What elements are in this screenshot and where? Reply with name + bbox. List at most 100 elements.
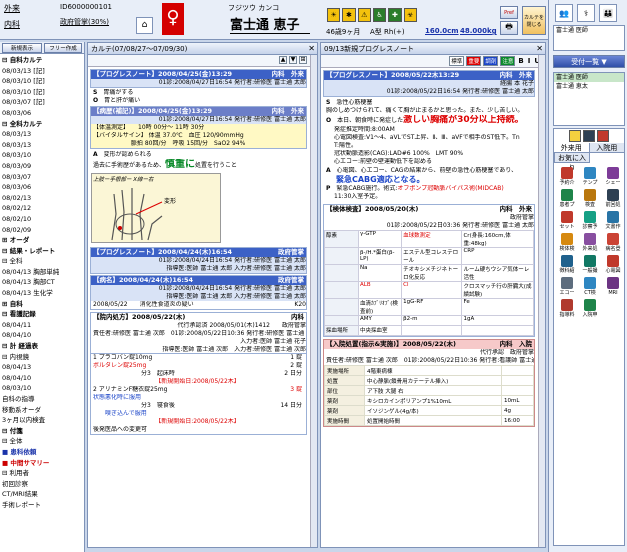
staff-item[interactable]: 富士通 医師 [554, 26, 624, 35]
xray-drawing[interactable]: 上肢ー手根部ー X線ー右 変形 [91, 173, 221, 243]
staff-item[interactable]: 富士通 恵太 [554, 82, 624, 91]
function-icon[interactable]: CT検 [579, 277, 601, 296]
tree-item[interactable]: 08/03/10 [2, 383, 82, 394]
function-icon[interactable]: エコー [556, 277, 578, 296]
tree-item[interactable]: 自科の指導 [2, 394, 82, 405]
tree-item[interactable]: 手術レポート [2, 500, 82, 511]
staff-list[interactable]: 富士通 医師 [553, 25, 625, 51]
patient-icon[interactable]: ⚕ [577, 4, 595, 22]
function-icon[interactable]: シェー [602, 167, 624, 186]
function-icon[interactable]: 予約介 [556, 167, 578, 186]
staff-item[interactable]: 富士通 医師 [554, 73, 624, 82]
tree-item[interactable]: 08/04/13 胸部CT [2, 277, 82, 288]
soap-body[interactable]: S 急性心筋梗塞 胸のしめつけられて、痛くて胸が止まるかと思った。また、少し苦しい… [321, 98, 537, 202]
reception-list-button[interactable]: 受付一覧 ▼ [553, 55, 625, 68]
tree-item[interactable]: ⊟ 全科 [2, 256, 82, 267]
tree-item[interactable]: 08/03/13 [記] [2, 66, 82, 77]
function-icon[interactable]: 前回処 [602, 189, 624, 208]
function-icon[interactable]: 文書作 [602, 211, 624, 230]
tool-0[interactable]: 標準 [449, 56, 465, 66]
free-create-button[interactable]: フリー作成 [44, 43, 82, 53]
function-icon[interactable]: 検体検 [556, 233, 578, 252]
tree-item[interactable]: 08/03/10 [記] [2, 87, 82, 98]
tab-inpatient[interactable]: 入院用 [589, 143, 624, 152]
folder-icon[interactable] [569, 130, 581, 142]
tree-item[interactable]: 08/03/09 [2, 161, 82, 172]
tree-item[interactable]: 08/03/07 [記] [2, 97, 82, 108]
history-tree[interactable]: ⊟ 自科カルテ 08/03/13 [記] 08/03/10 [記] 08/03/… [0, 54, 84, 512]
tree-item[interactable]: 3ヶ月以内検査 [2, 415, 82, 426]
tree-item[interactable]: 08/02/12 [2, 203, 82, 214]
visit-type[interactable]: 外来 [4, 3, 20, 14]
tool-1[interactable]: 重要 [466, 56, 482, 66]
tree-item[interactable]: 08/03/13 [2, 140, 82, 151]
function-icon[interactable]: セット [556, 211, 578, 230]
tree-item[interactable]: 08/02/13 [2, 193, 82, 204]
tree-item[interactable]: ⊟ 結果・レポート [2, 246, 82, 257]
tree-item[interactable]: 初回診察 [2, 479, 82, 490]
tree-item[interactable]: ⊟ 付箋 [2, 426, 82, 437]
function-icon[interactable]: MRI [602, 277, 624, 296]
function-icon[interactable]: 徴科紹 [556, 255, 578, 274]
function-icon[interactable]: 患者プ [556, 189, 578, 208]
history-scrollbar[interactable] [310, 55, 317, 547]
format-b-icon[interactable]: B [517, 57, 524, 65]
scroll-down-icon[interactable]: ▼ [289, 56, 297, 64]
home-icon[interactable]: ⌂ [136, 17, 153, 34]
function-icon[interactable]: 検査 [579, 189, 601, 208]
tree-item[interactable]: 08/03/10 [記] [2, 76, 82, 87]
function-icon[interactable]: 病名登 [602, 233, 624, 252]
tab-favorites[interactable]: お気に入り [554, 153, 590, 172]
tree-item[interactable]: 08/04/10 [2, 330, 82, 341]
tree-item[interactable]: 08/02/10 [2, 214, 82, 225]
tree-item[interactable]: ■ 患科依頼 [2, 447, 82, 458]
tree-item[interactable]: CT/MRI結果 [2, 489, 82, 500]
tree-item[interactable]: ⊟ 全体 [2, 436, 82, 447]
expand-icon[interactable]: ⊞ [299, 56, 307, 64]
dx-row[interactable]: 2008/05/22 消化性食道炎の疑い K20 [91, 301, 306, 309]
tree-item[interactable]: ⊟ 看護記録 [2, 309, 82, 320]
staff-list-2[interactable]: 富士通 医師 富士通 恵太 [553, 72, 625, 126]
function-icon[interactable]: 入院申 [579, 299, 601, 318]
tree-item[interactable]: 08/04/13 胸部単純 [2, 267, 82, 278]
function-icon[interactable]: 指導料 [556, 299, 578, 318]
new-display-button[interactable]: 新規表示 [2, 43, 42, 53]
tree-item[interactable]: ⊟ 全科カルテ [2, 119, 82, 130]
tree-item[interactable]: 08/04/10 [2, 373, 82, 384]
tree-item[interactable]: ⊟ 内視鏡 [2, 352, 82, 363]
tree-item[interactable]: ⊟ 自科カルテ [2, 55, 82, 66]
family-icon[interactable]: 👪 [599, 4, 617, 22]
tree-item[interactable]: 移動系オーダ [2, 405, 82, 416]
function-icon[interactable]: 診察予 [579, 211, 601, 230]
tree-item[interactable]: ⊟ 利用者 [2, 468, 82, 479]
tree-item[interactable]: 08/03/13 [2, 129, 82, 140]
users-icon[interactable]: 👥 [555, 4, 573, 22]
tool-2[interactable]: 調剤 [483, 56, 499, 66]
book-icon[interactable] [583, 130, 595, 142]
function-icon[interactable]: 一般撮 [579, 255, 601, 274]
close-chart-button[interactable]: カルテを 閉じる [522, 6, 546, 35]
tag-icon[interactable] [597, 130, 609, 142]
tree-item[interactable]: 08/04/13 生化学 [2, 288, 82, 299]
function-icon[interactable]: テンプ [579, 167, 601, 186]
pref-button[interactable]: Pref [500, 6, 518, 19]
function-icon[interactable]: 心電図 [602, 255, 624, 274]
tree-item[interactable]: 08/03/07 [2, 172, 82, 183]
tree-item[interactable]: ■ 中間サマリー [2, 458, 82, 469]
tree-item[interactable]: 08/02/09 [2, 225, 82, 236]
tree-item[interactable]: 08/04/11 [2, 320, 82, 331]
tree-item[interactable]: 08/03/06 [2, 108, 82, 119]
tab-outpatient[interactable]: 外来用 [554, 143, 590, 152]
tree-item[interactable]: 08/03/06 [2, 182, 82, 193]
scroll-up-icon[interactable]: ▲ [279, 56, 287, 64]
tree-item[interactable]: ⊟ 計 経過表 [2, 341, 82, 352]
tree-item[interactable]: ⊞ 自科 [2, 299, 82, 310]
tool-3[interactable]: 注意 [500, 56, 516, 66]
new-note-scrollbar[interactable] [538, 55, 545, 547]
function-icon[interactable]: 外来処 [579, 233, 601, 252]
print-icon[interactable]: 🖶 [500, 21, 518, 35]
close-icon[interactable]: ✕ [308, 43, 315, 55]
tree-item[interactable]: 08/04/13 [2, 362, 82, 373]
format-i-icon[interactable]: I [527, 57, 532, 65]
tree-item[interactable]: ⊞ オーダ [2, 235, 82, 246]
